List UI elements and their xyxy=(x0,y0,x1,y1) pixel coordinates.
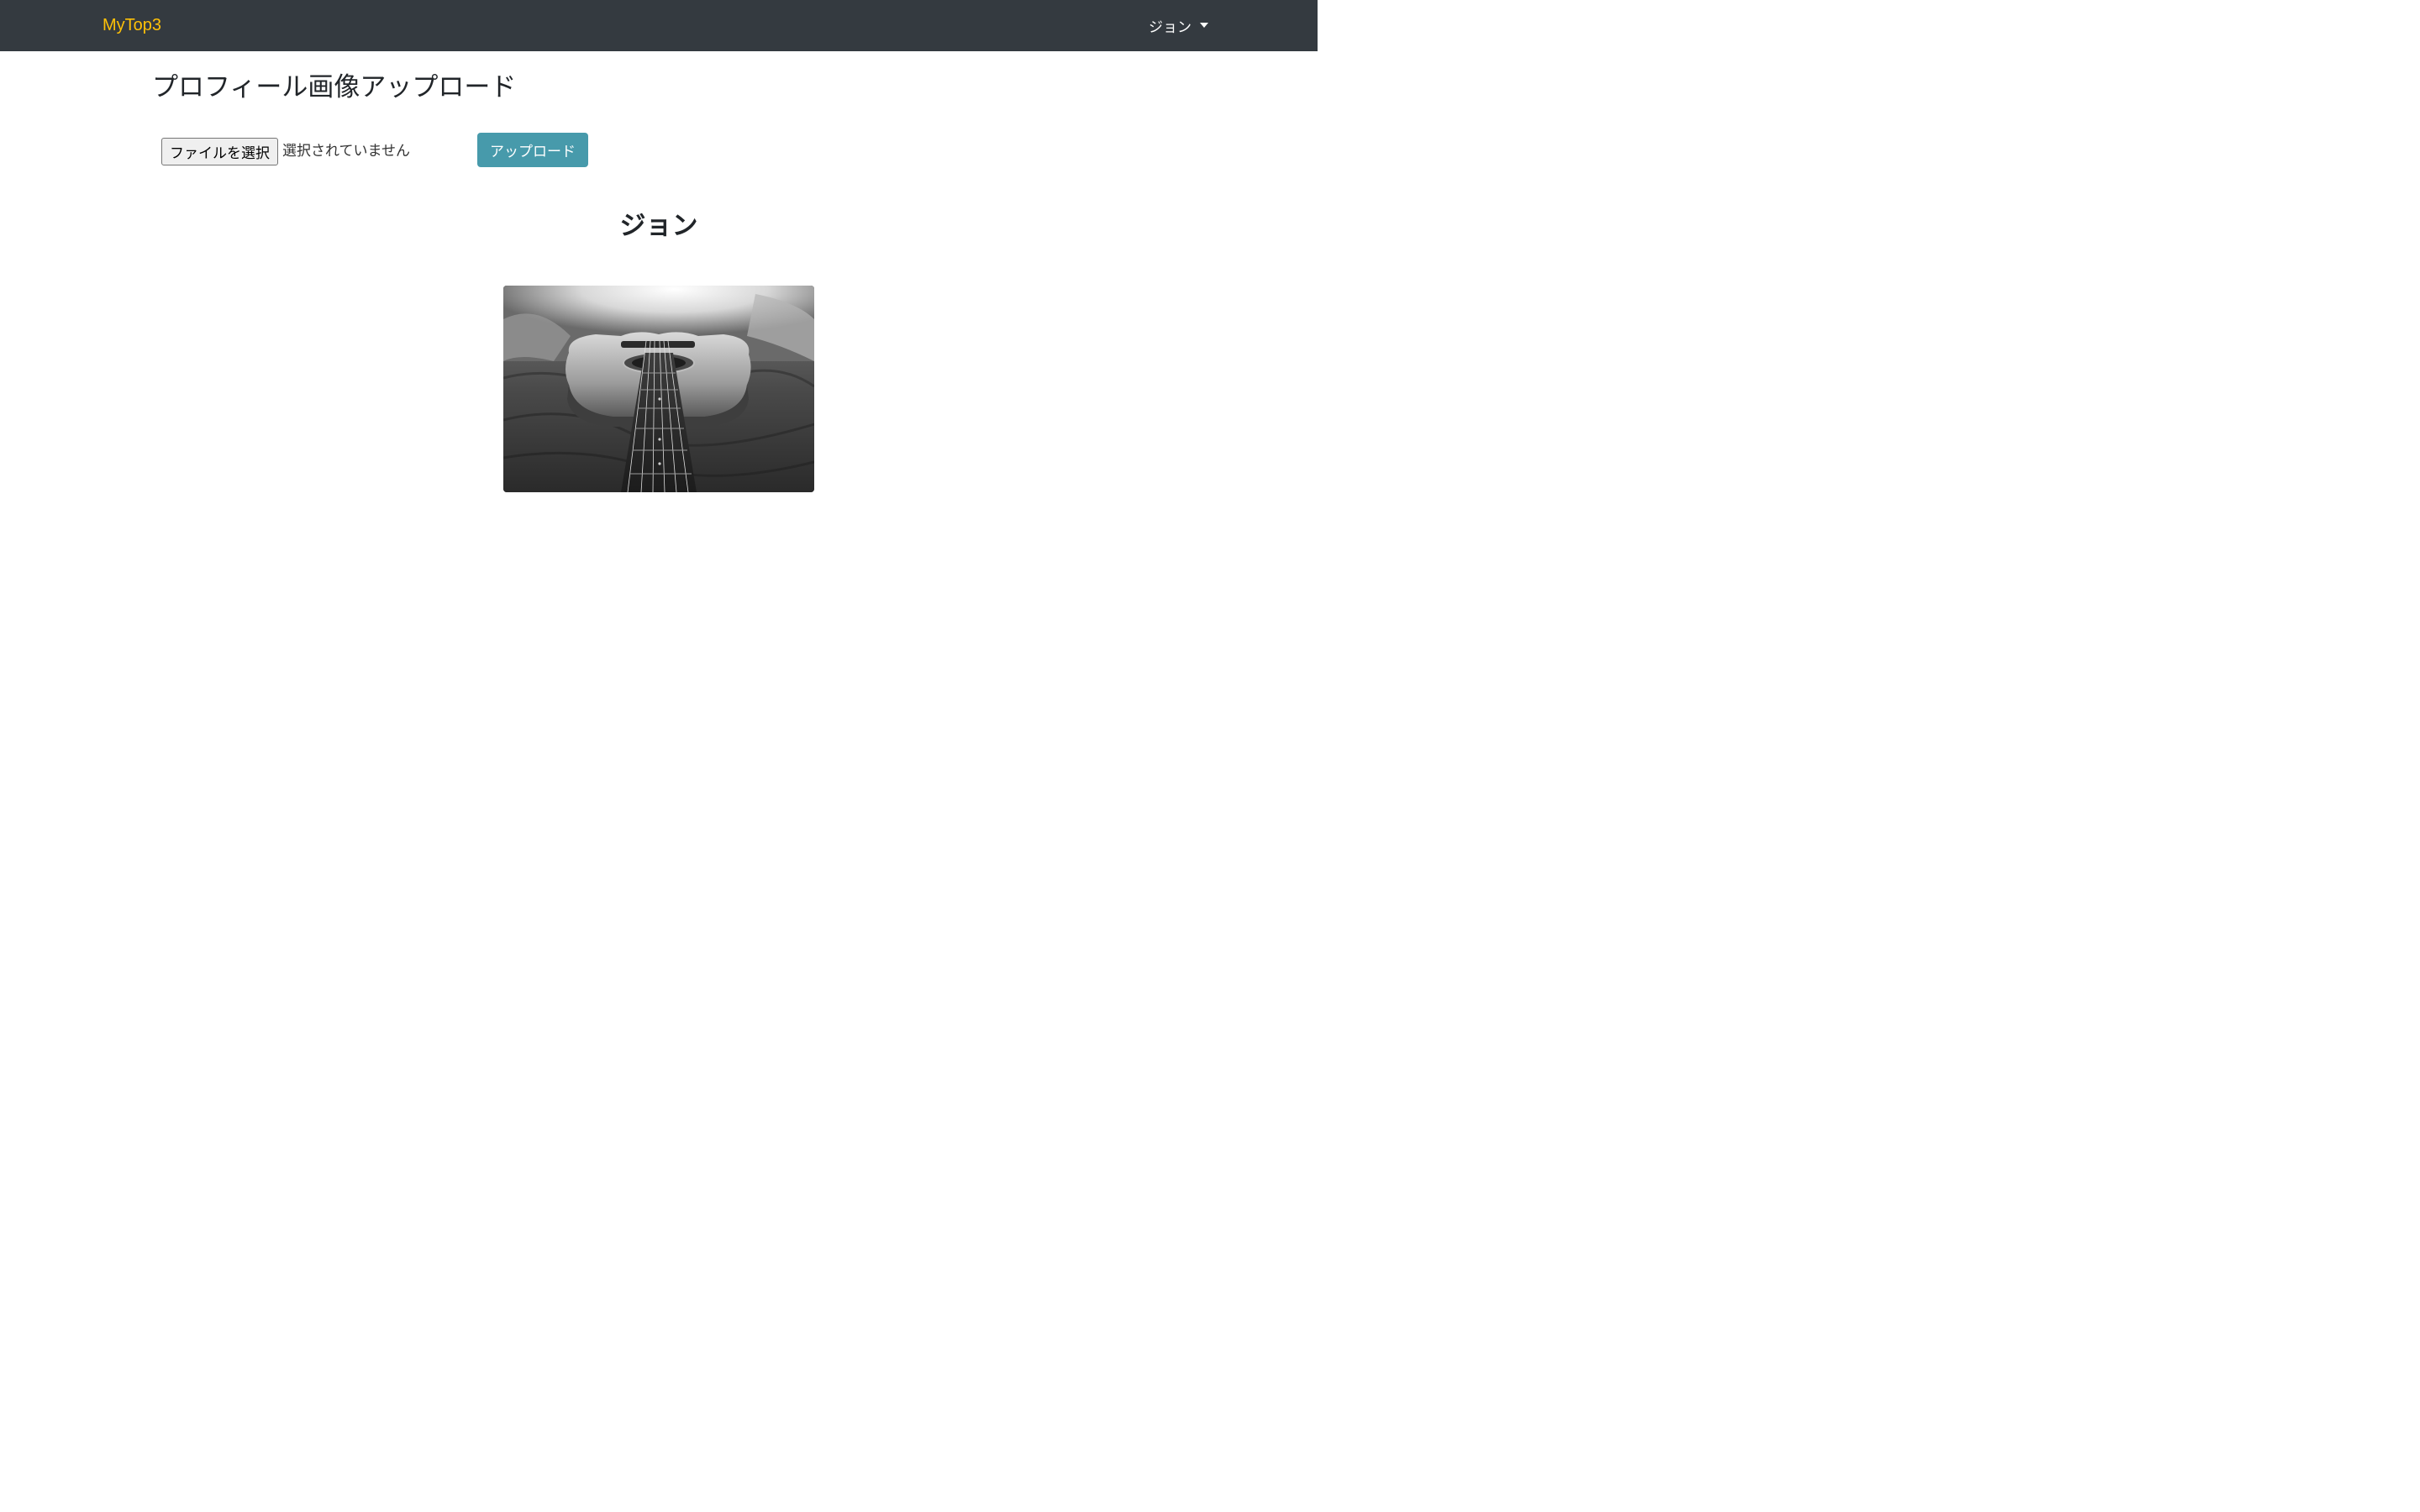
profile-image xyxy=(503,286,814,492)
profile-username: ジョン xyxy=(619,211,698,241)
file-selection-status: 選択されていません xyxy=(282,143,410,160)
page-title: プロフィール画像アップロード xyxy=(152,72,517,102)
upload-button[interactable]: アップロード xyxy=(477,133,588,167)
user-dropdown-toggle[interactable]: ジョン xyxy=(1149,15,1208,36)
choose-file-button[interactable]: ファイルを選択 xyxy=(161,138,278,165)
user-menu-label: ジョン xyxy=(1149,18,1192,36)
top-navbar: MyTop3 ジョン xyxy=(0,0,1318,51)
caret-down-icon xyxy=(1200,23,1208,28)
brand-logo-link[interactable]: MyTop3 xyxy=(103,14,161,36)
guitar-photo-icon xyxy=(503,286,814,492)
